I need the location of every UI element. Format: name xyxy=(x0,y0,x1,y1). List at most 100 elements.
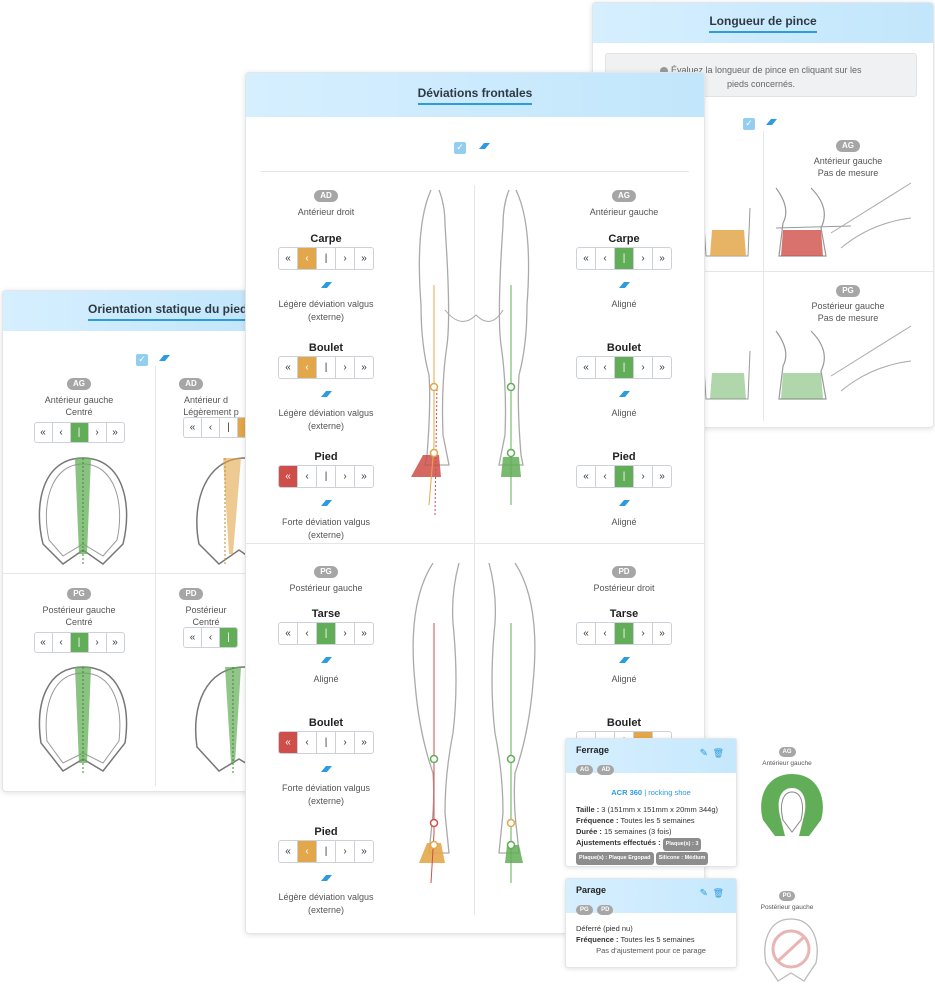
last-icon[interactable]: » xyxy=(105,423,124,442)
next-icon[interactable]: › xyxy=(335,732,354,753)
edit-icon[interactable]: ✎ xyxy=(700,748,708,759)
checkbox-icon[interactable]: ✓ xyxy=(454,141,466,154)
longueur-foot-ag[interactable]: AG Antérieur gauche Pas de mesure xyxy=(763,135,933,178)
prev-icon[interactable]: ‹ xyxy=(297,357,316,378)
first-icon[interactable]: « xyxy=(577,357,595,378)
pg-boulet-selector[interactable]: «‹ | ›» xyxy=(278,731,374,754)
prev-icon[interactable]: ‹ xyxy=(595,466,614,487)
prev-icon[interactable]: ‹ xyxy=(201,628,219,647)
eraser-icon[interactable] xyxy=(320,390,333,398)
next-icon[interactable]: › xyxy=(335,623,354,644)
center-option[interactable]: | xyxy=(316,841,335,862)
first-icon[interactable]: « xyxy=(279,841,297,862)
center-option[interactable]: | xyxy=(614,357,633,378)
prev-icon[interactable]: ‹ xyxy=(297,732,316,753)
center-option[interactable]: | xyxy=(316,466,335,487)
first-icon[interactable]: « xyxy=(279,466,297,487)
prev-icon[interactable]: ‹ xyxy=(297,623,316,644)
pd-tarse-selector[interactable]: «‹ | ›» xyxy=(576,622,672,645)
center-option[interactable]: | xyxy=(316,732,335,753)
eraser-icon[interactable] xyxy=(320,656,333,664)
front-legs-diagram[interactable] xyxy=(401,185,551,515)
eraser-icon[interactable] xyxy=(320,874,333,882)
eraser-icon[interactable] xyxy=(618,281,631,289)
center-option[interactable]: | xyxy=(614,466,633,487)
eraser-icon[interactable] xyxy=(618,499,631,507)
center-option[interactable]: | xyxy=(69,423,88,442)
ag-carpe-selector[interactable]: «‹ | ›» xyxy=(576,247,672,270)
eraser-icon[interactable] xyxy=(618,390,631,398)
eraser-icon[interactable] xyxy=(618,656,631,664)
next-icon[interactable]: › xyxy=(87,423,106,442)
center-option[interactable]: | xyxy=(219,418,237,437)
first-icon[interactable]: « xyxy=(279,732,297,753)
parage-card[interactable]: Parage PG PD ✎ 🗑 Déferré (pied nu) Fréqu… xyxy=(565,878,737,968)
prev-icon[interactable]: ‹ xyxy=(201,418,219,437)
last-icon[interactable]: » xyxy=(652,623,671,644)
edit-icon[interactable]: ✎ xyxy=(700,888,708,899)
eraser-icon[interactable] xyxy=(478,142,491,150)
prev-icon[interactable]: ‹ xyxy=(595,357,614,378)
next-icon[interactable]: › xyxy=(633,357,652,378)
first-icon[interactable]: « xyxy=(184,418,201,437)
last-icon[interactable]: » xyxy=(354,248,373,269)
next-icon[interactable]: › xyxy=(633,623,652,644)
prev-icon[interactable]: ‹ xyxy=(51,423,70,442)
eraser-icon[interactable] xyxy=(158,354,171,362)
last-icon[interactable]: » xyxy=(652,248,671,269)
hind-legs-diagram[interactable] xyxy=(401,563,551,893)
hoof-length-ad-drawing[interactable] xyxy=(698,178,760,263)
first-icon[interactable]: « xyxy=(279,623,297,644)
first-icon[interactable]: « xyxy=(577,248,595,269)
next-icon[interactable]: › xyxy=(87,633,106,652)
orientation-ag-selector[interactable]: «‹ | ›» xyxy=(33,422,125,443)
checkbox-icon[interactable]: ✓ xyxy=(136,353,148,366)
trash-icon[interactable]: 🗑 xyxy=(713,888,724,899)
next-icon[interactable]: › xyxy=(335,357,354,378)
prev-icon[interactable]: ‹ xyxy=(297,466,316,487)
orientation-pg-selector[interactable]: «‹ | ›» xyxy=(33,632,125,653)
first-icon[interactable]: « xyxy=(184,628,201,647)
checkbox-icon[interactable]: ✓ xyxy=(743,117,755,130)
next-icon[interactable]: › xyxy=(633,466,652,487)
first-icon[interactable]: « xyxy=(35,423,52,442)
hoof-length-pg-drawing[interactable] xyxy=(771,321,921,406)
center-option[interactable]: | xyxy=(316,623,335,644)
ad-pied-selector[interactable]: «‹ | ›» xyxy=(278,465,374,488)
prev-icon[interactable]: ‹ xyxy=(595,248,614,269)
pg-tarse-selector[interactable]: «‹ | ›» xyxy=(278,622,374,645)
prev-icon[interactable]: ‹ xyxy=(51,633,70,652)
center-option[interactable]: | xyxy=(614,623,633,644)
last-icon[interactable]: » xyxy=(354,357,373,378)
eraser-icon[interactable] xyxy=(765,118,778,126)
eraser-icon[interactable] xyxy=(320,765,333,773)
last-icon[interactable]: » xyxy=(354,623,373,644)
prev-icon[interactable]: ‹ xyxy=(297,248,316,269)
eraser-icon[interactable] xyxy=(320,499,333,507)
last-icon[interactable]: » xyxy=(354,466,373,487)
next-icon[interactable]: › xyxy=(335,841,354,862)
longueur-foot-pg[interactable]: PG Postérieur gauche Pas de mesure xyxy=(763,280,933,323)
center-option[interactable]: | xyxy=(219,628,237,647)
ferrage-card[interactable]: Ferrage AG AD ✎ 🗑 ACR 360 | rocking shoe… xyxy=(565,738,737,867)
hoof-length-ag-drawing[interactable] xyxy=(771,178,921,263)
first-icon[interactable]: « xyxy=(577,466,595,487)
center-option[interactable]: | xyxy=(614,248,633,269)
prev-icon[interactable]: ‹ xyxy=(297,841,316,862)
last-icon[interactable]: » xyxy=(652,357,671,378)
hoof-length-pd-drawing[interactable] xyxy=(698,321,760,406)
eraser-icon[interactable] xyxy=(320,281,333,289)
first-icon[interactable]: « xyxy=(279,357,297,378)
next-icon[interactable]: › xyxy=(335,248,354,269)
pg-pied-selector[interactable]: «‹ | ›» xyxy=(278,840,374,863)
ad-carpe-selector[interactable]: «‹ | ›» xyxy=(278,247,374,270)
prev-icon[interactable]: ‹ xyxy=(595,623,614,644)
center-option[interactable]: | xyxy=(69,633,88,652)
center-option[interactable]: | xyxy=(316,357,335,378)
last-icon[interactable]: » xyxy=(105,633,124,652)
trash-icon[interactable]: 🗑 xyxy=(713,748,724,759)
ag-boulet-selector[interactable]: «‹ | ›» xyxy=(576,356,672,379)
orientation-pd-selector[interactable]: «‹ | xyxy=(183,627,238,648)
last-icon[interactable]: » xyxy=(652,466,671,487)
first-icon[interactable]: « xyxy=(279,248,297,269)
